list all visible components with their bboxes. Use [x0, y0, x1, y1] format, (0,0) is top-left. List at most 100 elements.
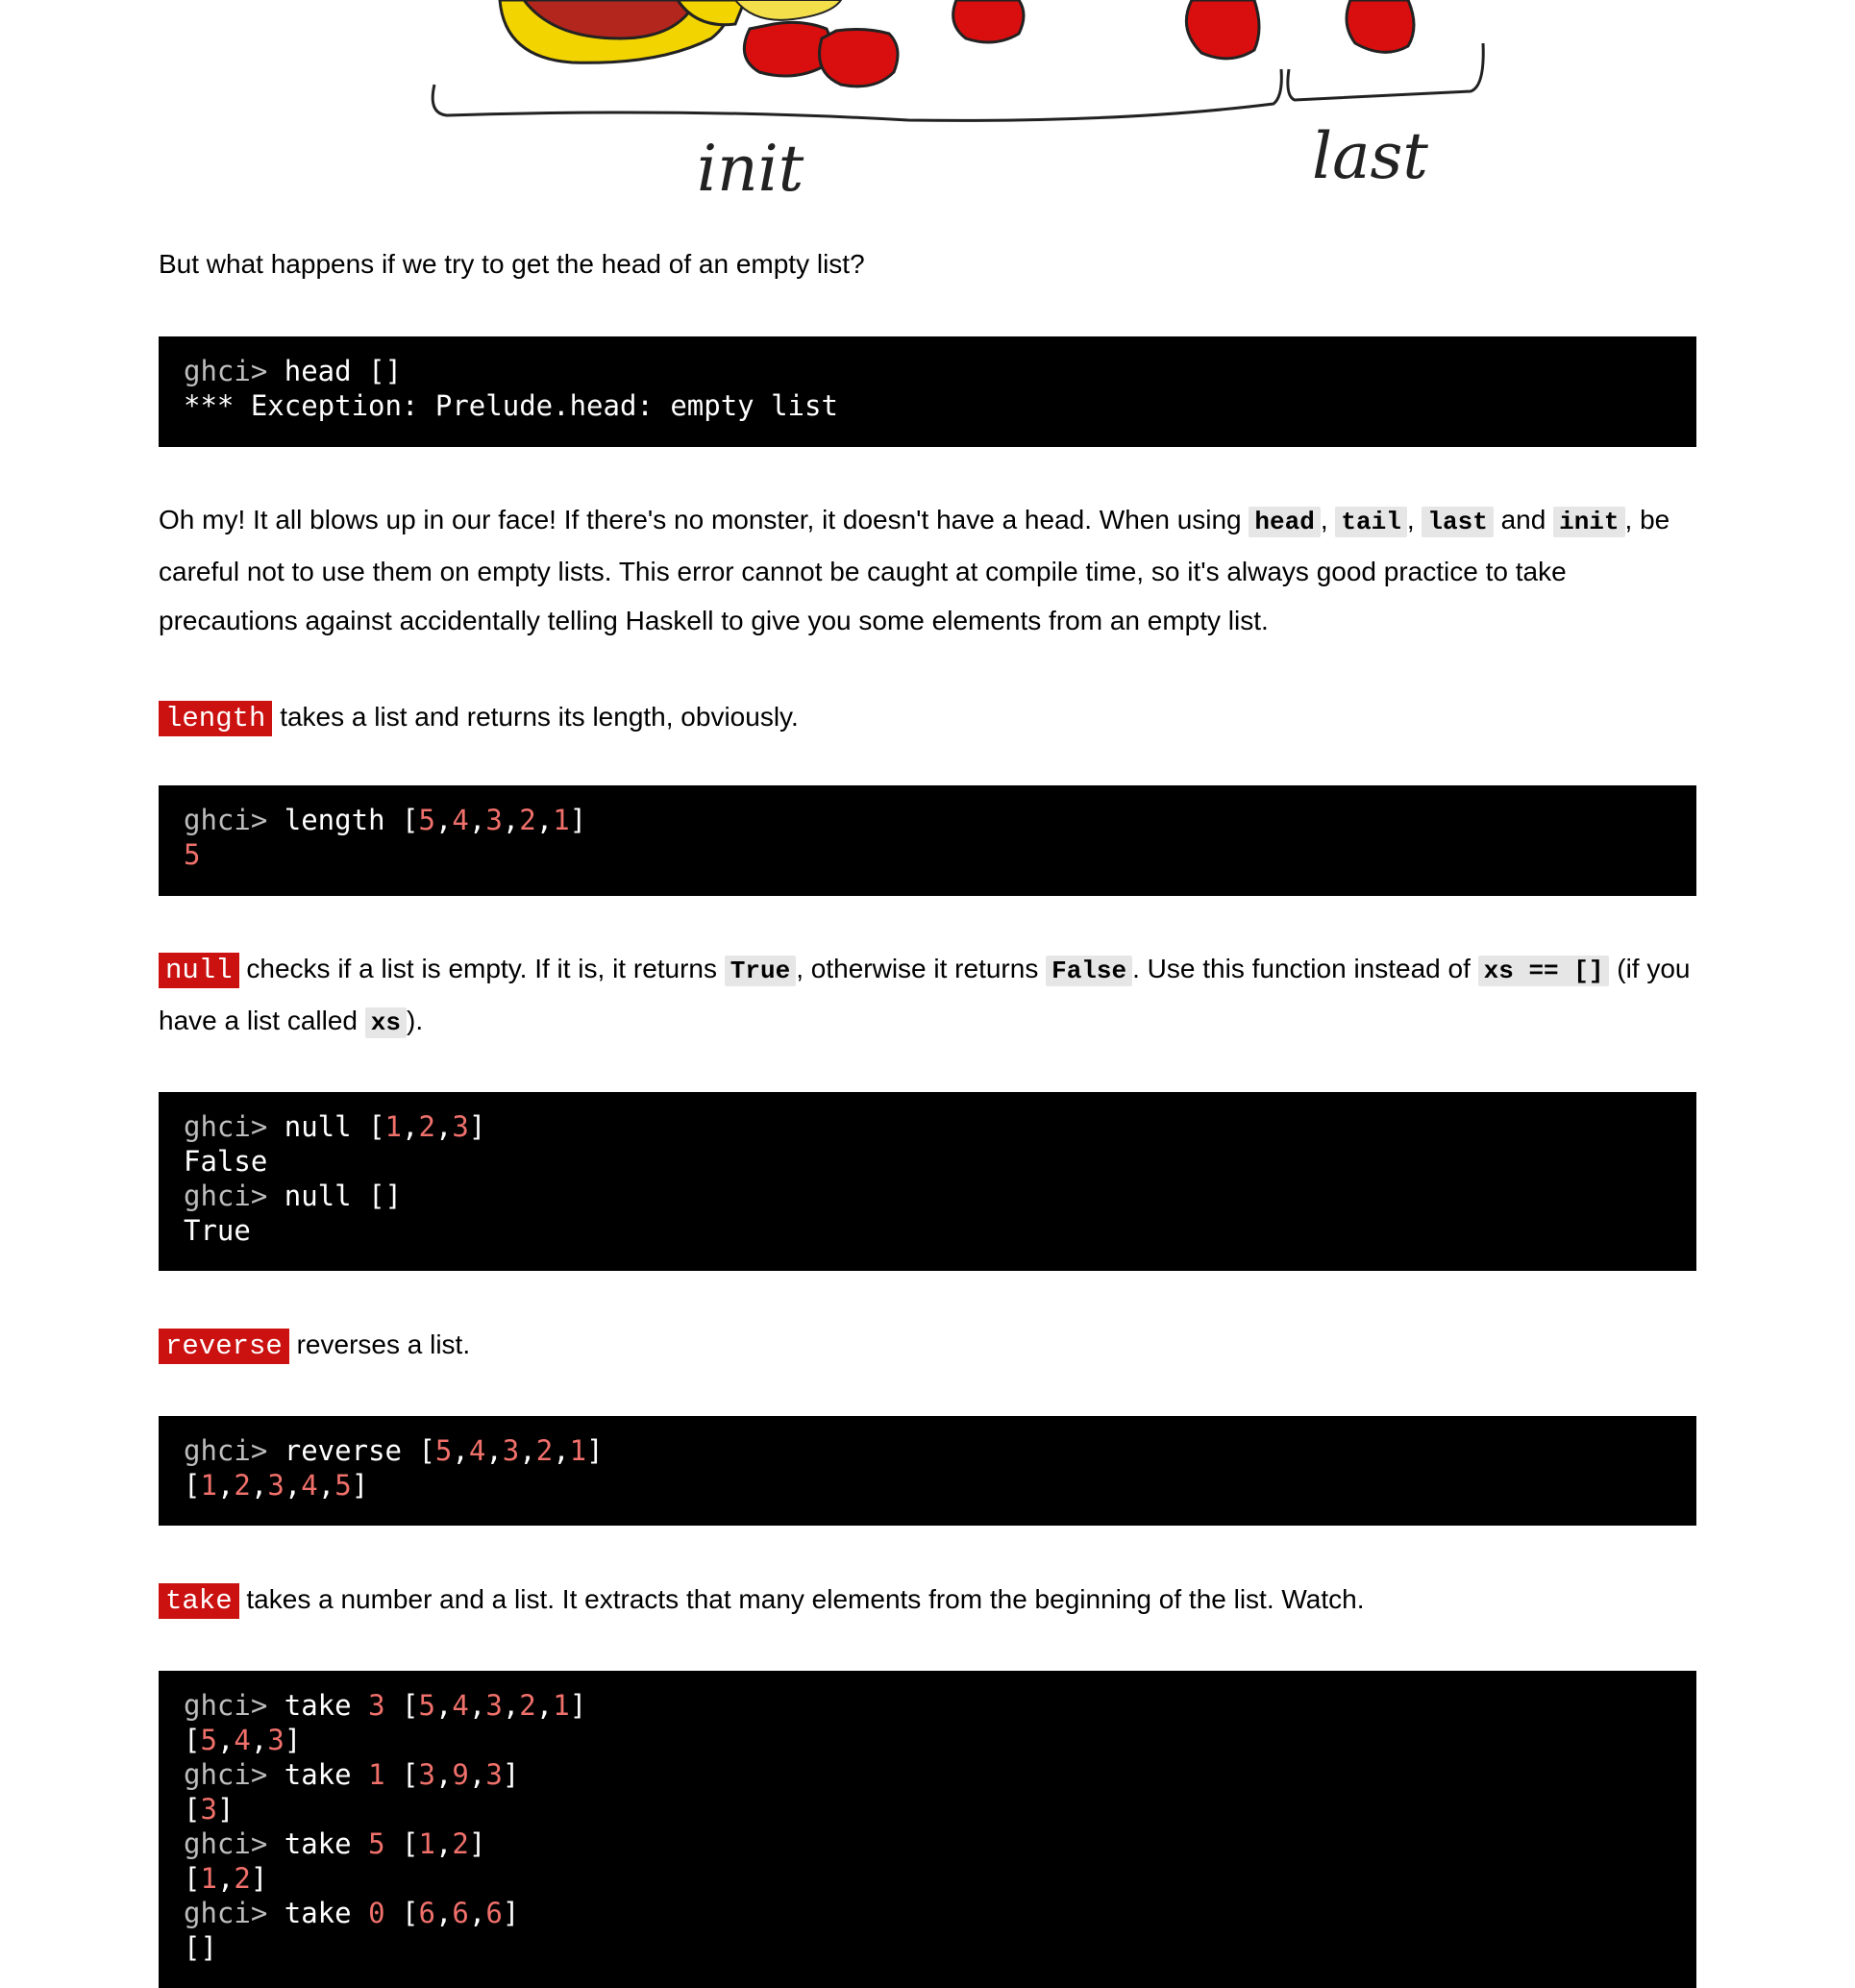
text-run: ).	[407, 1006, 424, 1035]
list-number: 1	[553, 1689, 570, 1722]
list-number: 6	[485, 1897, 503, 1929]
list-number: 4	[301, 1469, 318, 1502]
list-literal: [5,4,3,2,1]	[401, 804, 587, 836]
text-run: ,	[1320, 505, 1336, 534]
inline-code-false: False	[1046, 956, 1133, 986]
list-number: 4	[234, 1724, 251, 1756]
inline-code-tail: tail	[1335, 507, 1407, 537]
list-number: 2	[418, 1110, 435, 1143]
ghci-prompt: ghci>	[184, 1110, 284, 1143]
code-block-null: ghci> null [1,2,3] False ghci> null [] True	[159, 1092, 1696, 1271]
list-number: 4	[452, 804, 469, 836]
function-name-take: take	[159, 1583, 239, 1619]
code-output: [1,2,3,4,5]	[184, 1469, 369, 1502]
code-command: head []	[284, 355, 402, 387]
ghci-prompt: ghci>	[184, 1180, 284, 1212]
code-command: null []	[284, 1180, 402, 1212]
list-number: 5	[334, 1469, 352, 1502]
code-output: []	[184, 1931, 217, 1964]
text-run: and	[1493, 505, 1554, 534]
code-output: True	[184, 1214, 251, 1247]
list-number: 3	[502, 1434, 520, 1467]
take-count: 5	[368, 1827, 385, 1860]
list-literal: [1,2]	[402, 1827, 486, 1860]
list-number: 3	[485, 1689, 503, 1722]
code-output: False	[184, 1145, 268, 1178]
ghci-prompt: ghci>	[184, 1827, 284, 1860]
list-number: 4	[452, 1689, 469, 1722]
ghci-prompt: ghci>	[184, 1758, 284, 1791]
code-command: take	[284, 1758, 369, 1791]
text-run: , otherwise it returns	[796, 954, 1047, 983]
inline-code-xs: xs	[364, 1007, 408, 1038]
code-line: ghci> null []	[184, 1179, 1671, 1213]
inline-code-init: init	[1553, 507, 1625, 537]
empty-head-question: But what happens if we try to get the he…	[159, 249, 865, 279]
last-label: last	[1312, 119, 1428, 193]
code-line: ghci> length [5,4,3,2,1]	[184, 803, 1671, 837]
length-description: length takes a list and returns its leng…	[159, 692, 1696, 743]
code-output: [5,4,3]	[184, 1724, 302, 1756]
list-number: 1	[553, 804, 570, 836]
code-line: ghci> take 3 [5,4,3,2,1]	[184, 1688, 1671, 1723]
list-number: 1	[569, 1434, 587, 1467]
code-line: ghci> take 1 [3,9,3]	[184, 1757, 1671, 1792]
code-command: take	[284, 1689, 369, 1722]
code-block-head-empty: ghci> head [] *** Exception: Prelude.head…	[159, 336, 1696, 447]
list-number: 3	[267, 1724, 284, 1756]
list-number: 6	[418, 1897, 435, 1929]
function-name-length: length	[159, 701, 273, 736]
list-number: 2	[519, 1689, 536, 1722]
text-run: . Use this function instead of	[1132, 954, 1478, 983]
code-block-reverse: ghci> reverse [5,4,3,2,1] [1,2,3,4,5]	[159, 1416, 1696, 1526]
ghci-prompt: ghci>	[184, 804, 284, 836]
list-number: 3	[485, 1758, 503, 1791]
take-description: take takes a number and a list. It extra…	[159, 1575, 1696, 1626]
take-count: 0	[368, 1897, 385, 1929]
list-number: 2	[234, 1862, 251, 1895]
list-number: 3	[267, 1469, 284, 1502]
list-number: 5	[434, 1434, 453, 1467]
code-output: [3]	[184, 1793, 235, 1826]
code-line: ghci> take 5 [1,2]	[184, 1826, 1671, 1861]
text-run: reverses a list.	[288, 1329, 471, 1359]
code-block-take: ghci> take 3 [5,4,3,2,1] [5,4,3] ghci> tak…	[159, 1671, 1696, 1988]
take-count: 1	[368, 1758, 385, 1791]
code-line: ghci> null [1,2,3]	[184, 1109, 1671, 1144]
code-command: null	[284, 1110, 369, 1143]
code-command: reverse	[284, 1434, 419, 1467]
list-number: 4	[468, 1434, 486, 1467]
code-command: take	[284, 1827, 369, 1860]
function-name-reverse: reverse	[159, 1329, 289, 1364]
list-number: 9	[452, 1758, 469, 1791]
ghci-prompt: ghci>	[184, 1689, 284, 1722]
inline-code-true: True	[724, 956, 797, 986]
code-command: take	[284, 1897, 369, 1929]
text-run: Oh my! It all blows up in our face! If t…	[159, 505, 1249, 534]
list-monster-illustration: init last	[159, 0, 1696, 216]
null-description: null checks if a list is empty. If it is…	[159, 944, 1696, 1048]
list-literal: [6,6,6]	[402, 1897, 520, 1929]
list-literal: [3,9,3]	[402, 1758, 520, 1791]
list-number: 6	[452, 1897, 469, 1929]
list-number: 1	[418, 1827, 435, 1860]
reverse-description: reverse reverses a list.	[159, 1320, 1696, 1371]
text-run: takes a number and a list. It extracts t…	[238, 1584, 1365, 1614]
list-number: 2	[535, 1434, 554, 1467]
code-output: *** Exception: Prelude.head: empty list	[184, 389, 838, 422]
text-run: takes a list and returns its length, obv…	[272, 702, 799, 732]
code-line: ghci> reverse [5,4,3,2,1]	[184, 1433, 1671, 1468]
code-block-length: ghci> length [5,4,3,2,1] 5	[159, 785, 1696, 896]
list-number: 3	[418, 1758, 435, 1791]
init-label: init	[697, 132, 804, 206]
function-name-null: null	[159, 953, 239, 988]
list-number: 2	[452, 1827, 469, 1860]
empty-list-warning: Oh my! It all blows up in our face! If t…	[159, 495, 1696, 645]
list-number: 1	[200, 1469, 217, 1502]
code-output: 5	[184, 838, 201, 871]
list-number: 5	[200, 1724, 217, 1756]
inline-code-head: head	[1249, 507, 1321, 537]
inline-code-last: last	[1422, 507, 1494, 537]
code-line: ghci> head []	[184, 354, 1671, 388]
list-number: 2	[519, 804, 536, 836]
